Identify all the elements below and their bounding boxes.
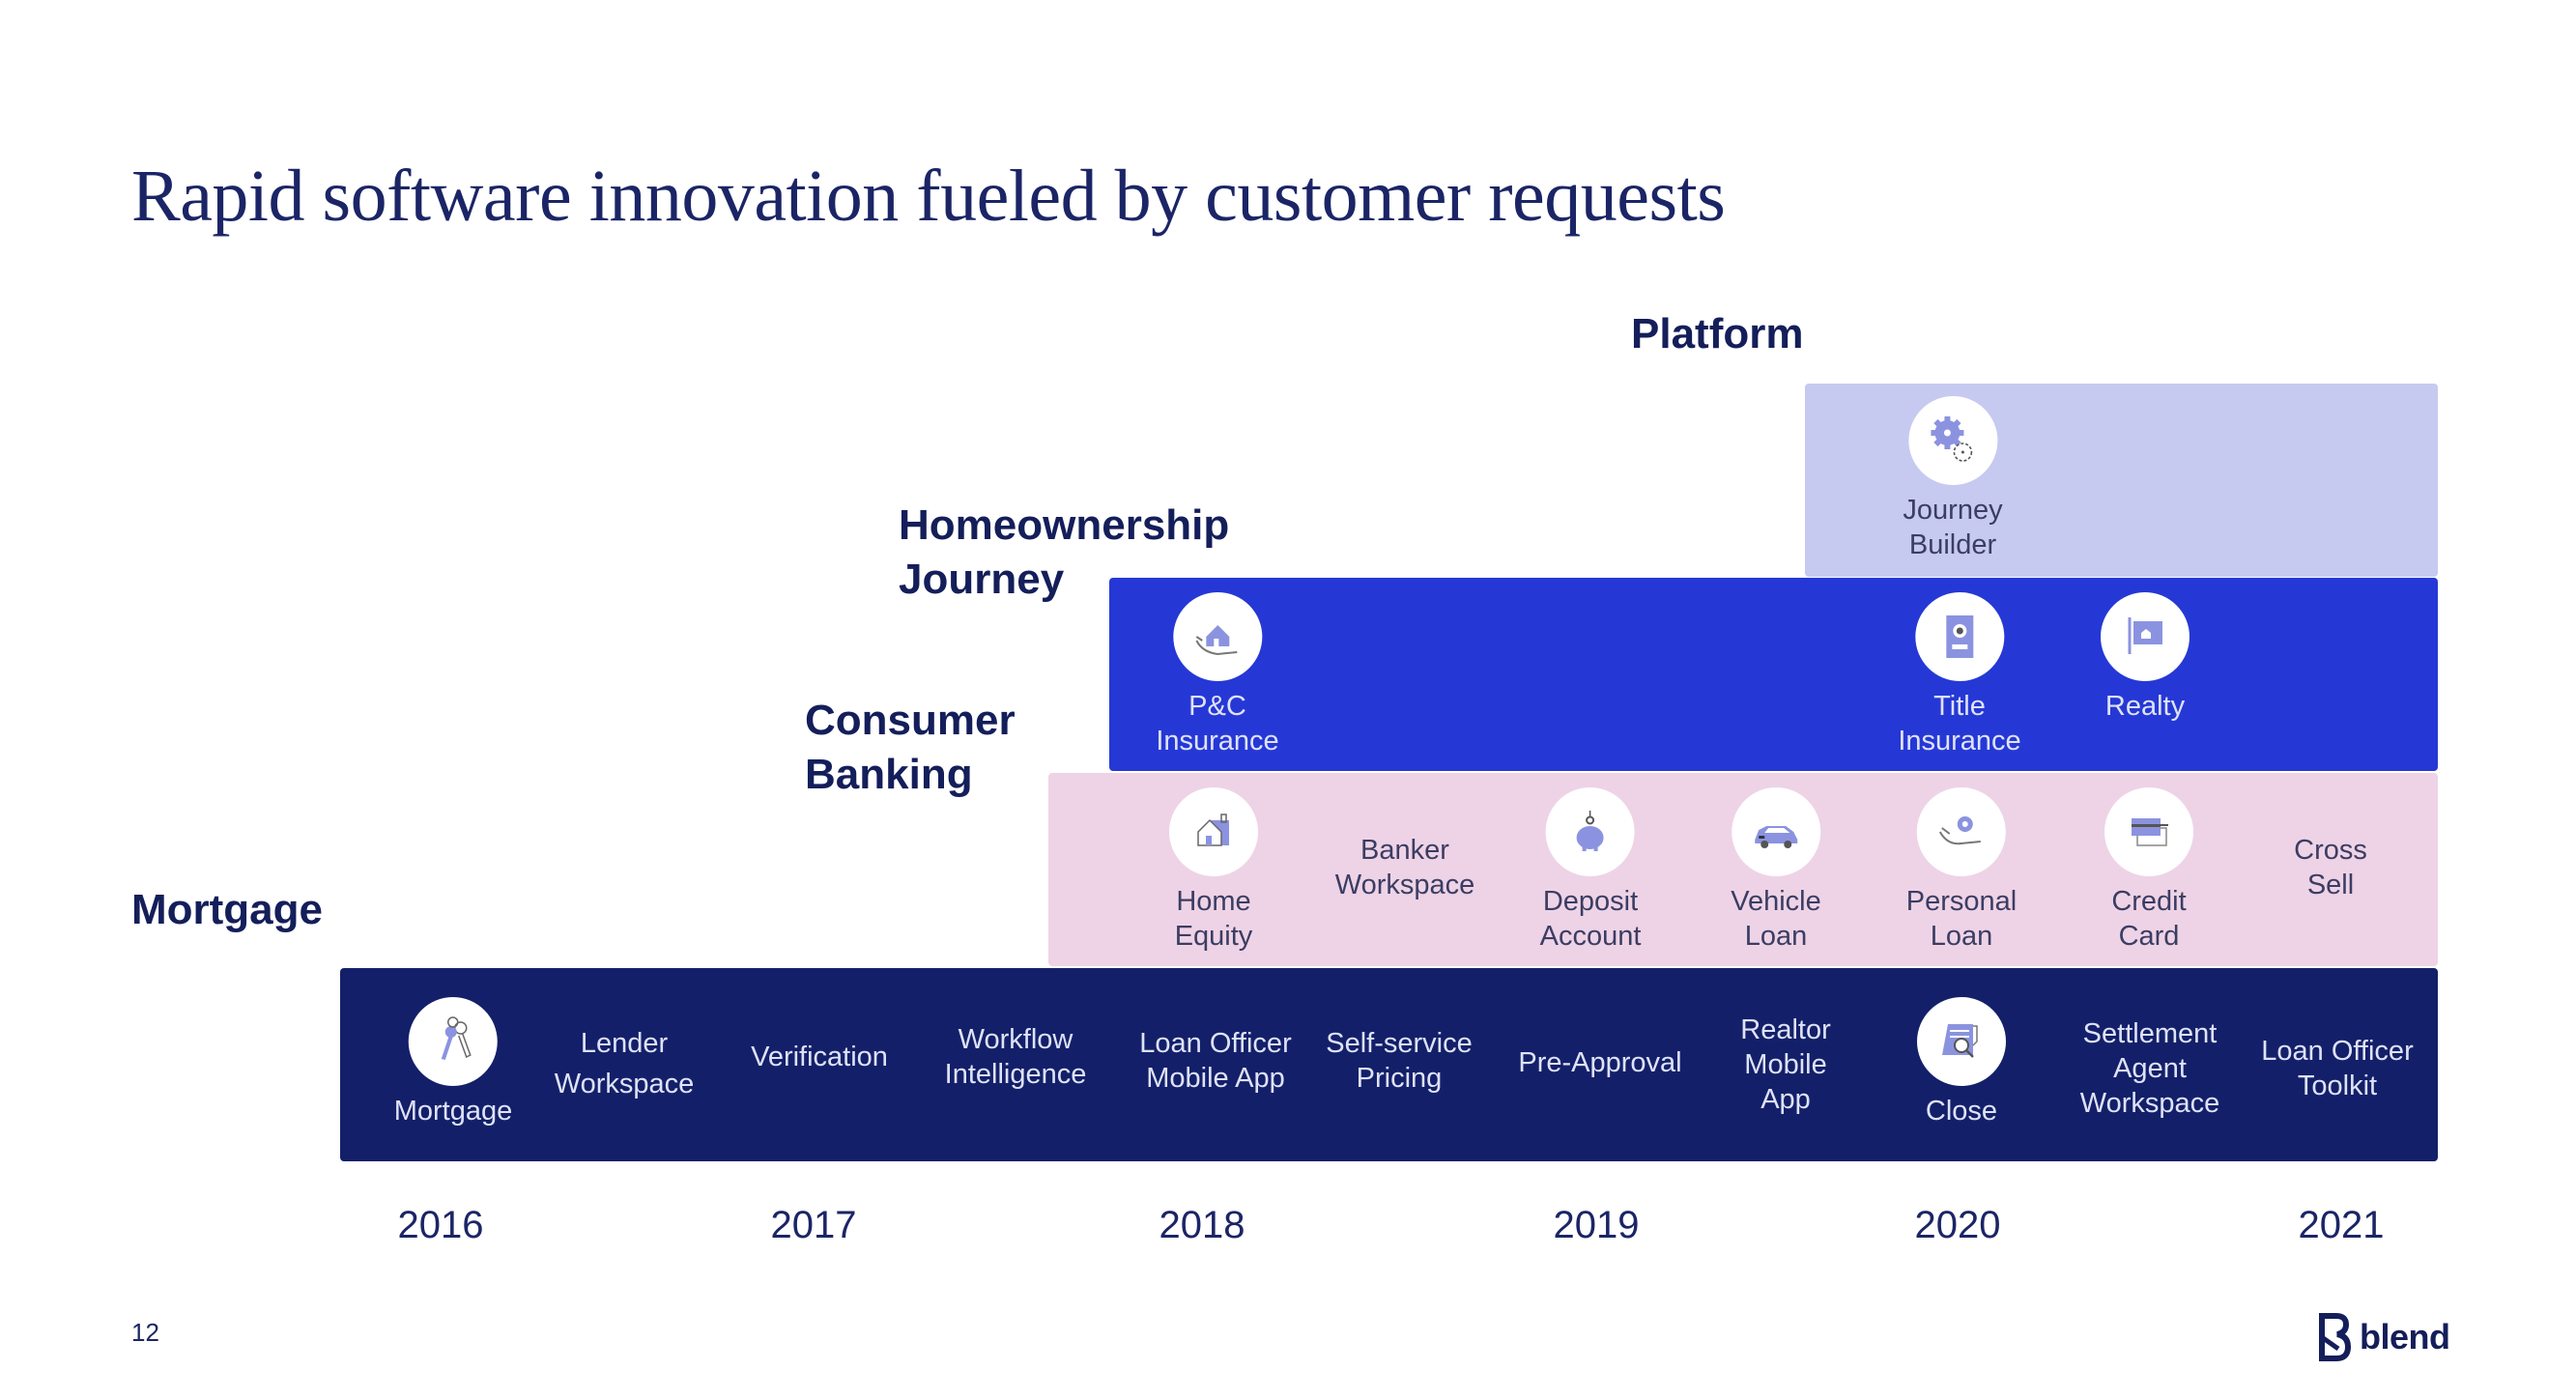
blend-logo: blend: [2317, 1312, 2450, 1362]
product-label-line1: Self-service: [1326, 1028, 1473, 1059]
document-search-icon: [1917, 997, 2006, 1086]
product-label-line3: Workspace: [2079, 1088, 2220, 1119]
product-realty: Realty: [2101, 592, 2190, 724]
coin-in-hand-icon: [1917, 787, 2006, 876]
product-label-line2: Agent: [2113, 1053, 2187, 1084]
product-label-line1: Title: [1933, 691, 1986, 722]
product-label-line2: Insurance: [1898, 726, 2021, 757]
product-label-line2: Insurance: [1156, 726, 1279, 757]
band-platform: [1805, 384, 2438, 577]
year-label: 2020: [1914, 1204, 2001, 1246]
category-mortgage: Mortgage: [131, 886, 323, 933]
year-label: 2017: [770, 1204, 857, 1246]
product-label-line1: Cross: [2294, 835, 2367, 866]
product-pre-approval: Pre-Approval: [1518, 1045, 1681, 1080]
blend-logo-text: blend: [2360, 1317, 2450, 1356]
keys-icon: [408, 997, 498, 1086]
page-number: 12: [131, 1318, 159, 1347]
product-label-line2: Toolkit: [2297, 1071, 2378, 1101]
year-label: 2018: [1159, 1204, 1245, 1246]
product-settlement-agent-workspace: Settlement Agent Workspace: [2080, 1016, 2220, 1121]
year-label: 2016: [397, 1204, 484, 1246]
band-homeownership: [1109, 578, 2438, 771]
product-label-line1: Realty: [2104, 691, 2186, 722]
product-label-line1: Deposit: [1542, 886, 1639, 917]
house-in-hand-icon: [1172, 592, 1262, 681]
product-vehicle-loan: Vehicle Loan: [1731, 787, 1821, 954]
product-label-line2: Sell: [2306, 870, 2355, 900]
car-icon: [1731, 787, 1820, 876]
product-label-line2: Workspace: [1334, 870, 1475, 900]
product-title-insurance: Title Insurance: [1898, 592, 2021, 758]
piggy-bank-icon: [1545, 787, 1635, 876]
category-consumer-line2: Banking: [805, 751, 973, 798]
product-label-line2: Intelligence: [944, 1059, 1087, 1090]
product-cross-sell: Cross Sell: [2294, 833, 2367, 902]
product-deposit-account: Deposit Account: [1539, 787, 1642, 954]
product-label-line2: Loan: [1930, 921, 1993, 952]
product-personal-loan: Personal Loan: [1906, 787, 2017, 954]
product-lender-workspace: Lender Workspace: [555, 1026, 695, 1101]
product-close: Close: [1917, 997, 2006, 1128]
gears-icon: [1907, 396, 1997, 485]
product-label-line1: Realtor: [1740, 1014, 1831, 1045]
product-label-line1: Banker: [1360, 835, 1449, 866]
product-label-line2: Equity: [1174, 921, 1253, 952]
category-consumer-line1: Consumer: [805, 697, 1016, 744]
category-homeownership-line1: Homeownership: [899, 501, 1230, 549]
house-icon: [1169, 787, 1258, 876]
page-title: Rapid software innovation fueled by cust…: [131, 156, 1726, 237]
product-pc-insurance: P&C Insurance: [1156, 592, 1279, 758]
product-label-line1: Personal: [1905, 886, 2018, 917]
product-label-line1: Workflow: [958, 1024, 1073, 1055]
product-label-line2: Pricing: [1356, 1063, 1443, 1094]
product-self-service-pricing: Self-service Pricing: [1326, 1026, 1473, 1096]
product-label-line1: Loan Officer: [1139, 1028, 1292, 1059]
product-label-line2: Builder: [1908, 529, 1997, 560]
product-label-line1: Close: [1925, 1096, 1998, 1127]
product-label-line1: P&C: [1188, 691, 1246, 722]
product-label-line2: Loan: [1744, 921, 1808, 952]
product-loan-officer-toolkit: Loan Officer Toolkit: [2261, 1034, 2413, 1103]
product-label-line1: Credit: [2111, 886, 2187, 917]
product-label-line1: Mortgage: [393, 1096, 513, 1127]
product-realtor-mobile-app: Realtor Mobile App: [1740, 1013, 1831, 1117]
product-label-line2: Workspace: [554, 1069, 695, 1099]
product-verification: Verification: [751, 1040, 888, 1074]
product-banker-workspace: Banker Workspace: [1335, 833, 1475, 902]
product-home-equity: Home Equity: [1169, 787, 1258, 954]
certificate-icon: [1914, 592, 2004, 681]
product-label-line1: Journey: [1903, 495, 2003, 526]
product-label-line1: Home: [1176, 886, 1251, 917]
product-credit-card: Credit Card: [2104, 787, 2193, 954]
product-label-line1: Verification: [751, 1042, 888, 1072]
product-label-line1: Vehicle: [1731, 886, 1821, 917]
credit-card-icon: [2104, 787, 2193, 876]
product-label-line2: Mobile App: [1146, 1063, 1285, 1094]
product-workflow-intelligence: Workflow Intelligence: [945, 1022, 1087, 1092]
product-label-line1: Lender: [580, 1028, 669, 1059]
category-consumer-banking: Consumer Banking: [805, 694, 1016, 802]
product-label-line1: Loan Officer: [2261, 1036, 2414, 1067]
product-label-line3: App: [1760, 1084, 1811, 1115]
product-mortgage: Mortgage: [393, 997, 513, 1128]
product-label-line1: Settlement: [2082, 1018, 2218, 1049]
realty-sign-icon: [2101, 592, 2190, 681]
product-loan-officer-mobile-app: Loan Officer Mobile App: [1139, 1026, 1291, 1096]
year-label: 2019: [1553, 1204, 1640, 1246]
category-platform: Platform: [1631, 310, 1804, 357]
blend-logo-icon: [2319, 1313, 2352, 1361]
product-label-line2: Card: [2118, 921, 2180, 952]
product-journey-builder: Journey Builder: [1903, 396, 2003, 562]
product-label-line2: Account: [1539, 921, 1642, 952]
product-label-line2: Mobile: [1744, 1049, 1827, 1080]
year-label: 2021: [2298, 1204, 2385, 1246]
product-label-line1: Pre-Approval: [1518, 1047, 1682, 1078]
